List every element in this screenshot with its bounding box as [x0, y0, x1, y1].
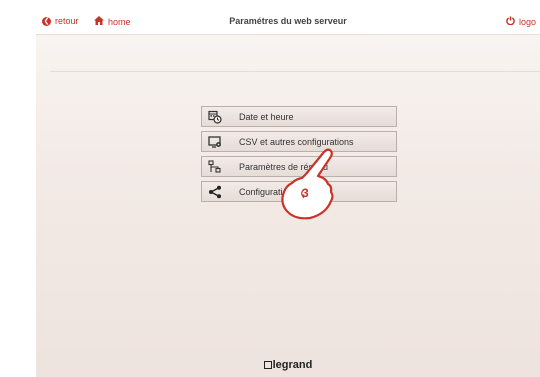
app-window: ❮ retour home Paramétres du web serveur …	[36, 8, 540, 377]
date-heure-label: Date et heure	[239, 112, 294, 122]
legrand-logo-icon	[263, 361, 272, 369]
pointing-hand-icon: 3	[281, 148, 334, 220]
brand-name: legrand	[272, 359, 313, 371]
header-divider	[50, 71, 540, 72]
step-number: 3	[302, 186, 309, 200]
network-icon	[208, 160, 222, 174]
date-heure-button[interactable]: Date et heure	[201, 106, 397, 127]
calendar-clock-icon	[208, 110, 222, 124]
monitor-gear-icon	[208, 135, 222, 149]
top-bar: ❮ retour home Paramétres du web serveur …	[36, 8, 540, 35]
share-icon	[208, 185, 222, 199]
power-icon	[506, 16, 515, 27]
logout-label: logo	[519, 16, 537, 27]
page-title: Paramétres du web serveur	[229, 16, 347, 26]
brand-logo: legrand	[36, 359, 540, 371]
logout-button[interactable]: logo	[506, 16, 536, 27]
